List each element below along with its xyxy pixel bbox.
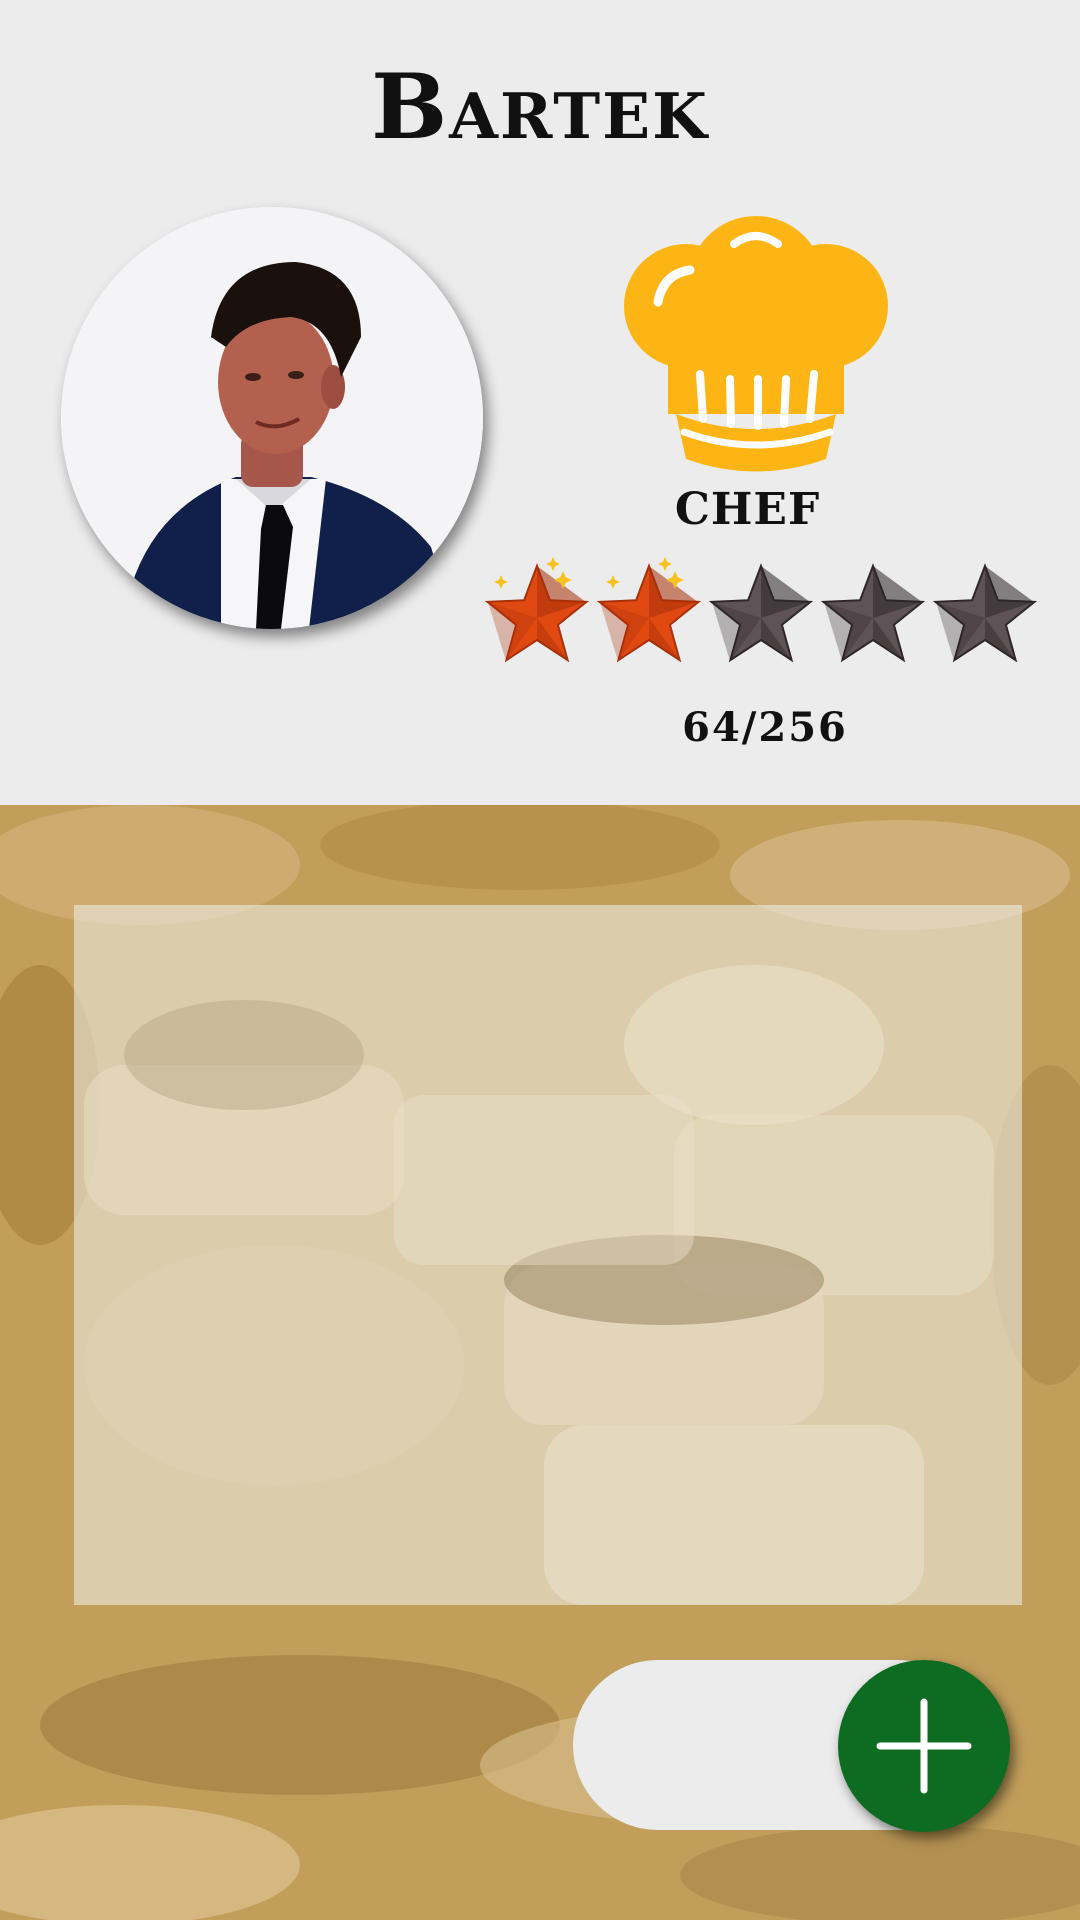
star-empty-icon: [820, 563, 926, 663]
star-earned-icon: [484, 557, 590, 663]
star-empty-icon: [932, 563, 1038, 663]
star-empty-icon: [708, 563, 814, 663]
content-panel: [74, 905, 1022, 1605]
food-background: [0, 805, 1080, 1920]
avatar[interactable]: [61, 207, 483, 629]
food-bowls-image: [84, 965, 994, 1605]
plus-icon: [876, 1698, 972, 1794]
star-earned-icon: [596, 557, 702, 663]
chef-hat-icon: [624, 216, 888, 472]
points-counter: 64/256: [682, 704, 848, 751]
user-name: Bartek: [371, 54, 709, 160]
add-button[interactable]: [838, 1660, 1010, 1832]
star-rating: [481, 556, 1041, 671]
profile-header: Bartek CHEF 64/256: [0, 0, 1080, 805]
rank-label: CHEF: [674, 484, 821, 535]
